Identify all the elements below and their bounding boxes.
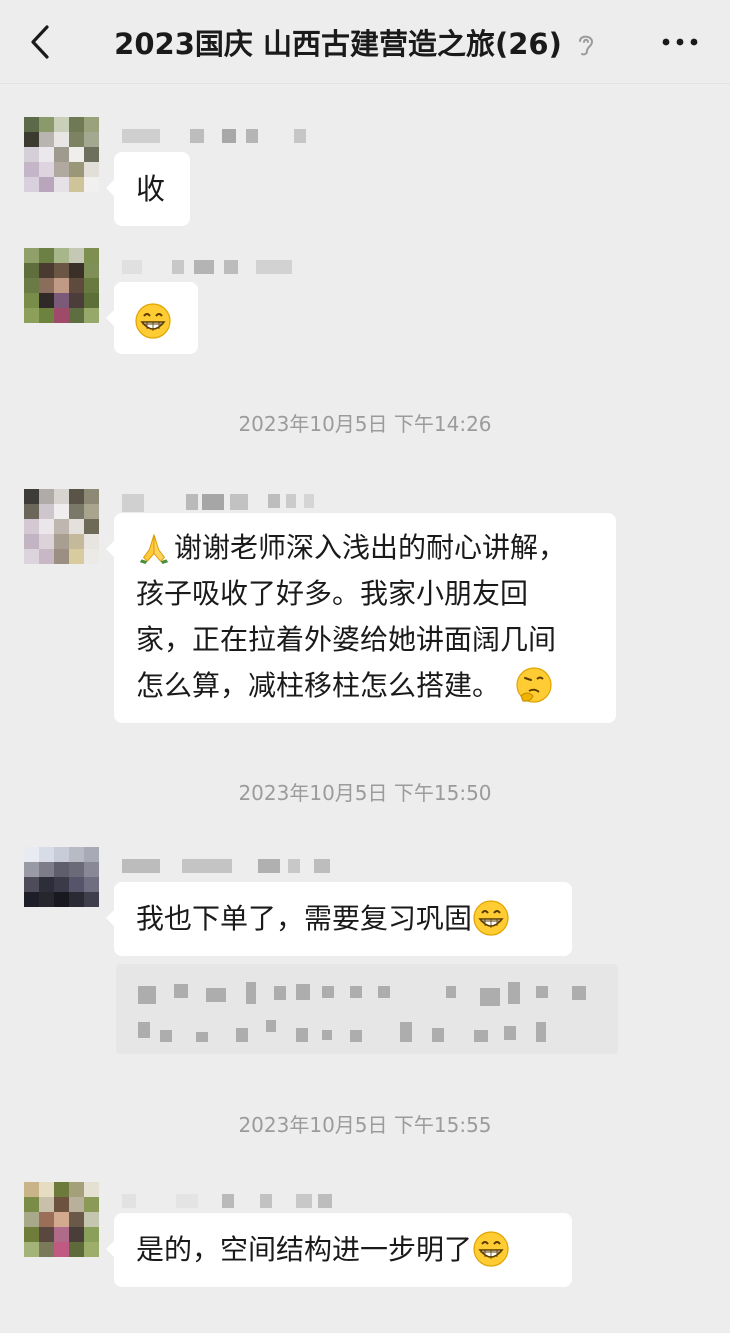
message-bubble[interactable]: 谢谢老师深入浅出的耐心讲解， 孩子吸收了好多。我家小朋友回 家，正在拉着外婆给她… (106, 513, 616, 723)
sender-name[interactable] (122, 1192, 332, 1210)
sender-name[interactable] (122, 127, 306, 145)
message-bubble[interactable]: 是的，空间结构进一步明了 (106, 1213, 572, 1287)
more-dots-icon (662, 38, 698, 46)
message-text-line: 谢谢老师深入浅出的耐心讲解， (174, 531, 567, 564)
sender-name[interactable] (122, 258, 292, 276)
message-text: 是的，空间结构进一步明了 (136, 1233, 473, 1266)
chat-header: 2023国庆 山西古建营造之旅(26) (0, 0, 730, 84)
grin-emoji-icon (135, 303, 171, 339)
message-bubble[interactable]: 收 (106, 152, 190, 226)
thinking-emoji-icon (516, 667, 552, 703)
more-button[interactable] (660, 26, 700, 58)
message-text-line: 家，正在拉着外婆给她讲面阔几间 (136, 623, 557, 656)
message-text: 收 (136, 172, 166, 206)
avatar[interactable] (24, 1182, 99, 1257)
message-bubble[interactable]: 我也下单了，需要复习巩固 (106, 882, 572, 956)
timestamp: 2023年10月5日 下午15:55 (238, 1113, 492, 1137)
avatar[interactable] (24, 117, 99, 192)
timestamp: 2023年10月5日 下午15:50 (238, 781, 492, 805)
title-container: 2023国庆 山西古建营造之旅(26) (0, 0, 730, 84)
grin-emoji-icon (473, 900, 509, 936)
chat-title[interactable]: 2023国庆 山西古建营造之旅(26) (114, 21, 562, 63)
sender-name[interactable] (122, 857, 330, 875)
timestamp: 2023年10月5日 下午14:26 (238, 412, 492, 436)
avatar[interactable] (24, 489, 99, 564)
pray-emoji-icon (139, 534, 169, 565)
redacted-content (116, 964, 618, 1054)
earpiece-icon[interactable] (576, 31, 596, 57)
message-text-line: 孩子吸收了好多。我家小朋友回 (136, 577, 529, 610)
message-text: 我也下单了，需要复习巩固 (136, 902, 473, 935)
sender-name[interactable] (122, 492, 314, 512)
avatar[interactable] (24, 248, 99, 323)
message-bubble[interactable] (106, 282, 198, 354)
message-text-line: 怎么算，减柱移柱怎么搭建。 (136, 669, 501, 702)
grin-emoji-icon (473, 1231, 509, 1267)
avatar[interactable] (24, 847, 99, 922)
